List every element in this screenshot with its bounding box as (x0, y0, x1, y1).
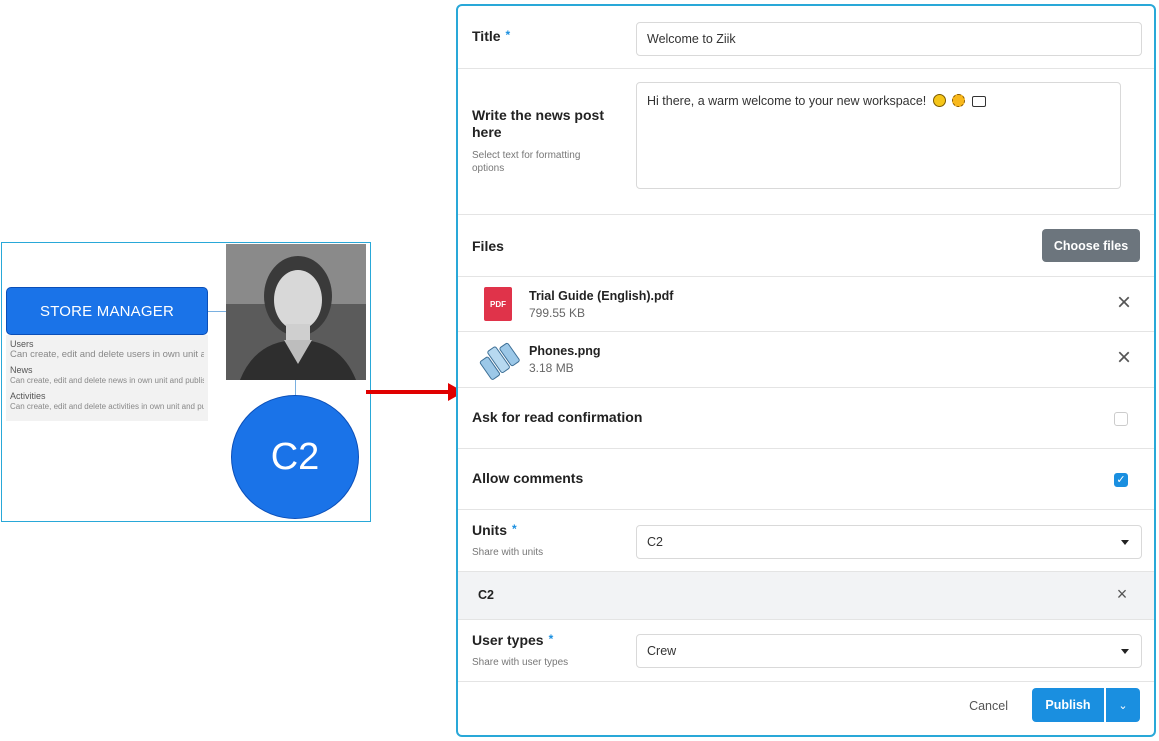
units-select-value: C2 (647, 535, 663, 549)
required-asterisk: * (505, 28, 511, 42)
title-row: Title * Welcome to Ziik (458, 6, 1154, 69)
title-label: Title * (472, 28, 511, 44)
news-post-form: Title * Welcome to Ziik Write the news po… (456, 4, 1156, 737)
form-footer: Cancel Publish ⌄ (458, 682, 1154, 735)
speech-bubble-icon (971, 96, 986, 107)
permission-desc: Can create, edit and delete users in own… (10, 349, 204, 360)
permission-heading: Activities (10, 391, 46, 401)
read-confirmation-checkbox[interactable] (1114, 412, 1128, 426)
unit-circle: C2 (231, 395, 359, 519)
role-box: STORE MANAGER (6, 287, 208, 335)
user-types-row: User types * Share with user types Crew (458, 620, 1154, 682)
required-asterisk: * (512, 522, 517, 536)
role-title: STORE MANAGER (39, 302, 174, 320)
file-name: Phones.png (529, 344, 601, 358)
units-hint: Share with units (472, 547, 544, 558)
title-input-value: Welcome to Ziik (647, 32, 736, 46)
units-row: Units * Share with units C2 (458, 510, 1154, 572)
required-asterisk: * (548, 632, 554, 646)
user-types-select-value: Crew (647, 644, 677, 658)
units-label: Units * (472, 522, 517, 538)
post-hint: Select text for formatting options (472, 150, 581, 174)
selected-unit-row: C2 × (458, 572, 1154, 620)
read-confirmation-row: Ask for read confirmation (458, 388, 1154, 449)
caret-down-icon (1121, 649, 1129, 654)
arrow-right-icon (366, 383, 464, 401)
post-body-text: Hi there, a warm welcome to your new wor… (647, 94, 927, 108)
permission-desc: Can create, edit and delete activities i… (10, 402, 204, 411)
file-size: 799.55 KB (529, 306, 586, 320)
allow-comments-label: Allow comments (472, 470, 584, 486)
profile-photo (226, 244, 366, 380)
publish-button[interactable]: Publish (1032, 688, 1104, 722)
grinning-face-icon (932, 94, 946, 107)
remove-file-icon[interactable]: × (1114, 291, 1134, 315)
publish-options-button[interactable]: ⌄ (1105, 688, 1140, 722)
choose-files-button[interactable]: Choose files (1042, 229, 1140, 262)
user-types-select[interactable]: Crew (636, 634, 1142, 668)
file-size: 3.18 MB (529, 361, 574, 375)
permission-desc: Can create, edit and delete news in own … (10, 376, 204, 385)
post-row: Write the news post here Select text for… (458, 69, 1154, 215)
allow-comments-checkbox[interactable]: ✓ (1114, 473, 1128, 487)
unit-circle-label: C2 (270, 435, 320, 478)
remove-file-icon[interactable]: × (1114, 346, 1134, 370)
file-name: Trial Guide (English).pdf (529, 289, 674, 303)
post-body-editor[interactable]: Hi there, a warm welcome to your new wor… (636, 82, 1121, 189)
allow-comments-row: Allow comments ✓ (458, 449, 1154, 510)
sun-icon (952, 94, 966, 107)
image-thumbnail-icon (479, 342, 520, 380)
file-item: PDF Trial Guide (English).pdf 799.55 KB … (458, 277, 1154, 332)
connector-line (208, 311, 228, 312)
read-confirmation-label: Ask for read confirmation (472, 409, 643, 425)
org-chart-illustration: STORE MANAGER Users Can create, edit and… (1, 242, 371, 522)
files-row: Files Choose files (458, 215, 1154, 277)
user-types-hint: Share with user types (472, 657, 569, 668)
remove-unit-icon[interactable]: × (1112, 585, 1132, 605)
permission-heading: Users (10, 339, 34, 349)
chevron-down-icon: ⌄ (1118, 699, 1128, 712)
connector-line (295, 380, 296, 396)
selected-unit-label: C2 (478, 588, 494, 602)
file-item: Phones.png 3.18 MB × (458, 332, 1154, 388)
post-label: Write the news post here (472, 107, 604, 140)
files-label: Files (472, 238, 504, 254)
units-select[interactable]: C2 (636, 525, 1142, 559)
permissions-list: Users Can create, edit and delete users … (6, 335, 208, 421)
cancel-button[interactable]: Cancel (969, 699, 1008, 713)
caret-down-icon (1121, 540, 1129, 545)
user-types-label: User types * (472, 632, 554, 648)
title-input[interactable]: Welcome to Ziik (636, 22, 1142, 56)
pdf-icon: PDF (484, 287, 512, 321)
permission-heading: News (10, 365, 33, 375)
